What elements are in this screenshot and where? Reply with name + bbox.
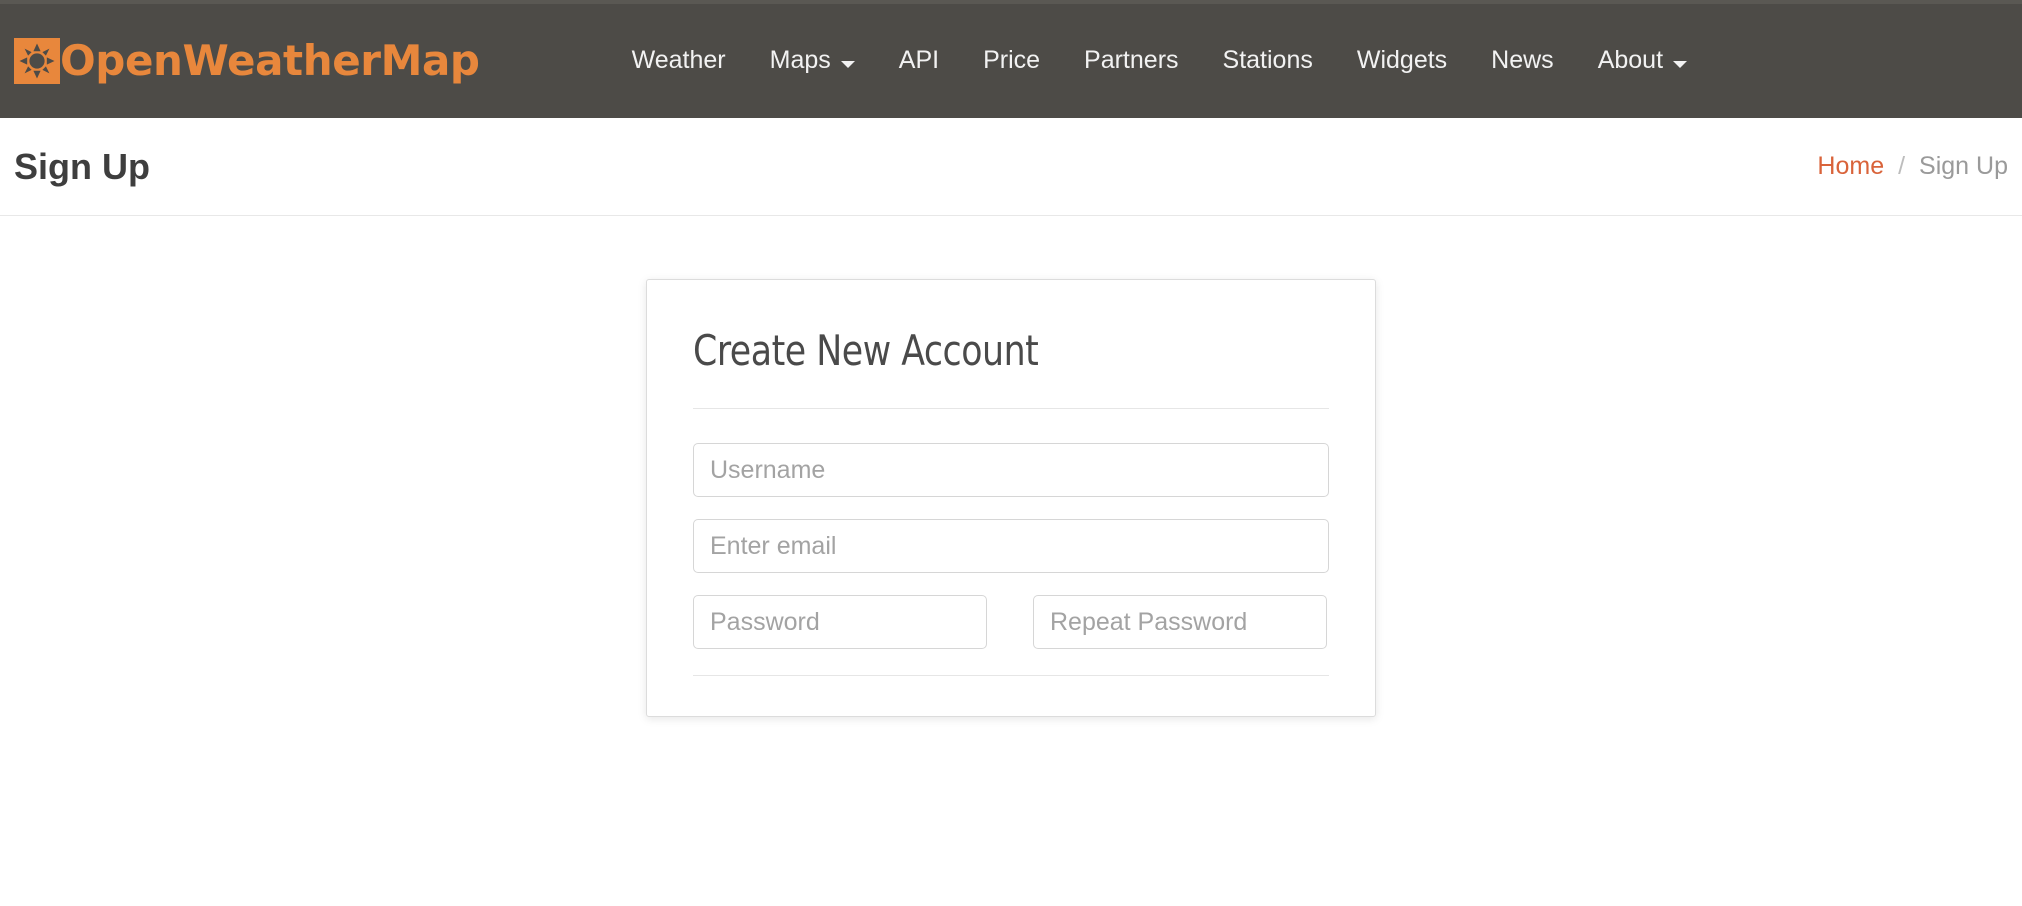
brand-logo-link[interactable]: OpenWeatherMap: [14, 38, 480, 84]
nav-item-api[interactable]: API: [877, 41, 961, 81]
nav-item-partners[interactable]: Partners: [1062, 41, 1200, 81]
nav-item-news[interactable]: News: [1469, 41, 1576, 81]
nav-label-news: News: [1491, 47, 1554, 75]
card-heading: Create New Account: [693, 328, 1278, 374]
form-bottom-divider: [693, 675, 1329, 676]
sun-icon: [14, 38, 60, 84]
nav-item-weather[interactable]: Weather: [610, 41, 748, 81]
nav-label-stations: Stations: [1223, 47, 1313, 75]
nav-item-price[interactable]: Price: [961, 41, 1062, 81]
email-input[interactable]: [693, 519, 1329, 573]
nav-label-about: About: [1598, 47, 1663, 75]
repeat-password-input[interactable]: [1033, 595, 1327, 649]
nav-label-widgets: Widgets: [1357, 47, 1447, 75]
signup-card: Create New Account: [646, 279, 1376, 717]
password-input[interactable]: [693, 595, 987, 649]
breadcrumb: Home / Sign Up: [1817, 152, 2008, 181]
page-title-bar: Sign Up Home / Sign Up: [0, 118, 2022, 216]
password-field-row: [693, 595, 1329, 649]
nav-item-maps[interactable]: Maps: [748, 41, 877, 81]
site-header: OpenWeatherMap Weather Maps API Price Pa…: [0, 4, 2022, 118]
nav-label-price: Price: [983, 47, 1040, 75]
breadcrumb-current: Sign Up: [1919, 152, 2008, 181]
nav-label-weather: Weather: [632, 47, 726, 75]
chevron-down-icon: [1673, 61, 1687, 68]
brand-name: OpenWeatherMap: [60, 40, 480, 82]
nav-label-partners: Partners: [1084, 47, 1178, 75]
username-field-row: [693, 443, 1329, 497]
nav-label-api: API: [899, 47, 939, 75]
username-input[interactable]: [693, 443, 1329, 497]
page-title: Sign Up: [14, 149, 150, 185]
signup-form: [693, 409, 1329, 676]
main-content: Create New Account: [0, 216, 2022, 717]
main-navigation: Weather Maps API Price Partners Stations…: [610, 41, 1709, 81]
chevron-down-icon: [841, 61, 855, 68]
nav-item-about[interactable]: About: [1576, 41, 1709, 81]
nav-item-stations[interactable]: Stations: [1201, 41, 1335, 81]
nav-item-widgets[interactable]: Widgets: [1335, 41, 1469, 81]
nav-label-maps: Maps: [770, 47, 831, 75]
breadcrumb-home-link[interactable]: Home: [1817, 152, 1884, 181]
email-field-row: [693, 519, 1329, 573]
breadcrumb-separator: /: [1898, 152, 1905, 181]
